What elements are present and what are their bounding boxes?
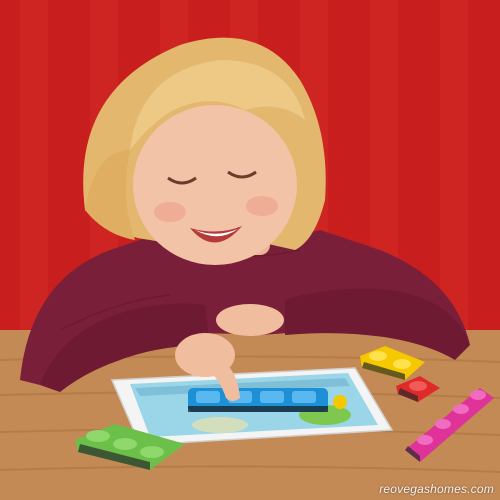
girl-cheek-right [246,196,278,216]
photo-illustration [0,0,500,500]
blue-coding-block [188,388,328,412]
watermark-text: reovegashomes.com [379,482,494,496]
girl-cheek-left [154,202,186,222]
girl-hand-right [216,304,284,336]
photo-scene: reovegashomes.com [0,0,500,500]
